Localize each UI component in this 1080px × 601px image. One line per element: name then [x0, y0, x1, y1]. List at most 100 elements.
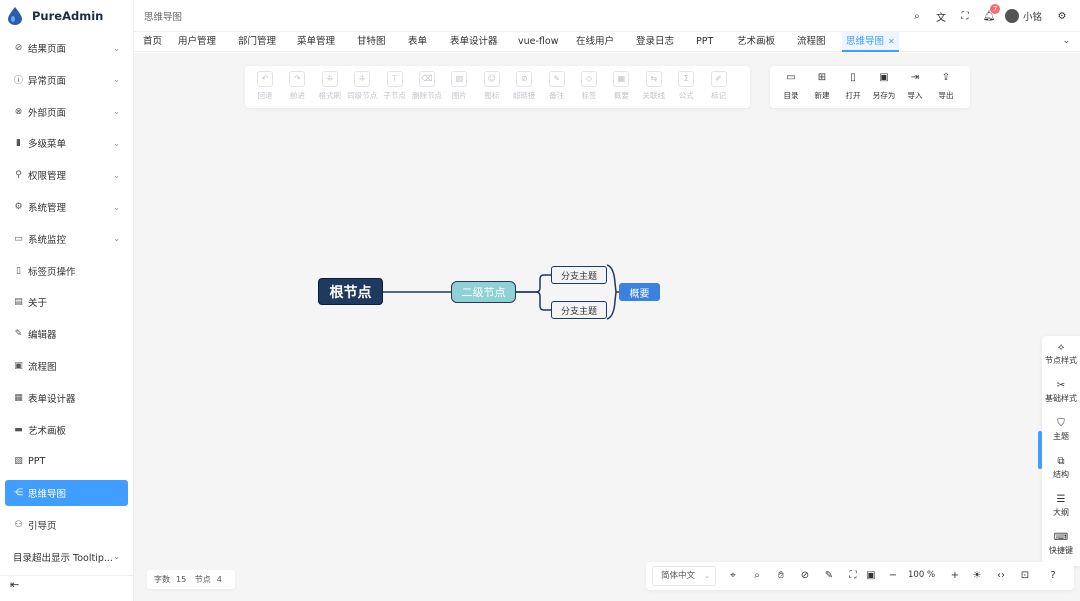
tab-6[interactable]: 表单设计器 — [450, 32, 498, 52]
sidebar-item-14[interactable]: ⋲ 思维导图 — [5, 480, 128, 507]
sidebar-item-16[interactable]: 目录超出显示 Tooltip... ⌄ — [5, 544, 128, 570]
tab-label: 菜单管理 — [297, 36, 336, 47]
panel-keyboard[interactable]: ⌨ 快捷键 — [1042, 532, 1080, 556]
sidebar-item-4[interactable]: ⚲ 权限管理 ⌄ — [5, 162, 128, 188]
mindmap-branch-node-1[interactable]: 分支主题 — [551, 266, 607, 284]
presentation-icon[interactable]: ⊡ — [1018, 569, 1032, 583]
translate-icon[interactable]: 文 — [929, 9, 953, 24]
tab-10[interactable]: PPT — [696, 32, 713, 52]
sidebar-item-11[interactable]: ▦ 表单设计器 — [5, 385, 128, 411]
relation-line-icon: ⇆ — [645, 71, 662, 87]
sidebar-item-8[interactable]: ▤ 关于 — [5, 289, 128, 315]
toolbar-button-open-file[interactable]: ▯ 打开 — [838, 71, 868, 101]
new-file-icon: ⊞ — [817, 72, 827, 83]
sidebar-item-12[interactable]: ▬ 艺术画板 — [5, 417, 128, 443]
tab-2[interactable]: 部门管理 — [238, 32, 276, 52]
panel-outline[interactable]: ☰ 大纲 — [1042, 494, 1080, 518]
sidebar-item-7[interactable]: ▯ 标签页操作 — [5, 258, 128, 284]
tab-0[interactable]: 首页 — [143, 32, 162, 52]
search-icon[interactable]: ⌕ — [750, 569, 764, 583]
sidebar-item-6[interactable]: ▭ 系统监控 ⌄ — [5, 226, 128, 252]
tab-5[interactable]: 表单 — [408, 32, 427, 52]
tab-12[interactable]: 流程图 — [797, 32, 826, 52]
toolbar-button-hyperlink[interactable]: ⊘ 超链接 — [509, 71, 539, 101]
toolbar-button-import[interactable]: ⇥ 导入 — [900, 71, 930, 101]
help-icon[interactable]: ? — [1046, 569, 1060, 583]
mindmap-branch-node-2[interactable]: 分支主题 — [551, 301, 607, 319]
toolbar-button-note[interactable]: ✎ 备注 — [542, 71, 572, 101]
bell-icon[interactable]: 🔔︎ 7 — [977, 3, 1001, 22]
settings-gear-icon[interactable]: ⚙ — [1050, 11, 1074, 22]
hand-icon[interactable]: ✋︎ — [774, 569, 788, 583]
zoom-in-icon[interactable]: + — [948, 569, 962, 583]
tab-3[interactable]: 菜单管理 — [297, 32, 335, 52]
sun-icon[interactable]: ☀ — [970, 569, 984, 583]
sidebar-item-9[interactable]: ✎ 编辑器 — [5, 321, 128, 347]
fullscreen-icon[interactable]: ▣ — [864, 569, 878, 583]
tab-11[interactable]: 艺术画板 — [737, 32, 775, 52]
sidebar-item-15[interactable]: ⚇ 引导页 — [5, 512, 128, 538]
toolbar-label: 打开 — [845, 91, 861, 100]
breadcrumb[interactable]: 思维导图 — [144, 9, 182, 23]
import-icon: ⇥ — [910, 72, 920, 83]
toolbar-button-export[interactable]: ⇪ 导出 — [931, 71, 961, 101]
toolbar-label: 同级节点 — [347, 91, 378, 100]
mindmap-summary-node[interactable]: 概要 — [619, 283, 660, 301]
locate-icon[interactable]: ⌖ — [726, 569, 740, 583]
toolbar-button-tag[interactable]: ◇ 标签 — [574, 71, 604, 101]
toolbar-button-mark[interactable]: ✐ 标记 — [704, 71, 734, 101]
mindmap-icon: ⋲ — [14, 488, 23, 499]
avatar[interactable] — [1004, 9, 1019, 23]
sidebar-item-2[interactable]: ⊗ 外部页面 ⌄ — [5, 99, 128, 125]
save-as-icon: ▣ — [879, 72, 889, 83]
tab-7[interactable]: vue-flow — [518, 32, 558, 52]
toolbar-button-redo[interactable]: ↷ 前进 — [282, 71, 312, 101]
sidebar-item-0[interactable]: ⊘ 结果页面 ⌄ — [5, 35, 128, 61]
zoom-out-icon[interactable]: − — [886, 569, 900, 583]
sidebar-item-13[interactable]: ▧ PPT — [5, 448, 128, 474]
fit-screen-icon[interactable]: ⛶ — [846, 569, 860, 583]
compass-icon[interactable]: ⊘ — [798, 569, 812, 583]
panel-base-style[interactable]: ✂ 基础样式 — [1042, 380, 1080, 404]
close-icon[interactable]: ✕ — [888, 37, 895, 46]
chevron-down-icon[interactable]: ⌄ — [1062, 36, 1070, 46]
toolbar-button-emoji[interactable]: ☺ 图标 — [477, 71, 507, 101]
sidebar-item-label: 编辑器 — [28, 330, 57, 342]
header: 思维导图 ⌕ 文 ⛶ 🔔︎ 7 小铭 ⚙ — [134, 0, 1080, 32]
tab-13[interactable]: 思维导图 ✕ — [842, 32, 899, 52]
toolbar-button-image[interactable]: ▨ 图片 — [444, 71, 474, 101]
edit-icon[interactable]: ✎ — [822, 569, 836, 583]
toolbar-button-formula[interactable]: Σ 公式 — [671, 71, 701, 101]
toolbar-button-summary[interactable]: ▦ 概要 — [606, 71, 636, 101]
collapse-menu-icon[interactable]: ⇤ — [10, 578, 19, 591]
toolbar-button-relation-line[interactable]: ⇆ 关联线 — [639, 71, 669, 101]
toolbar-button-format-brush[interactable]: ⁜ 格式刷 — [315, 71, 345, 101]
panel-theme[interactable]: ⛉ 主题 — [1042, 418, 1080, 442]
toolbar-button-new-file[interactable]: ⊞ 新建 — [807, 71, 837, 101]
toolbar-button-undo[interactable]: ↶ 回退 — [250, 71, 280, 101]
sidebar-item-1[interactable]: ⓘ 异常页面 ⌄ — [5, 67, 128, 93]
fullscreen-icon[interactable]: ⛶ — [953, 11, 977, 22]
code-icon[interactable]: ‹› — [994, 569, 1008, 583]
tab-1[interactable]: 用户管理 — [178, 32, 216, 52]
tab-4[interactable]: 甘特图 — [357, 32, 386, 52]
mindmap-canvas[interactable]: 根节点 二级节点 分支主题 分支主题 概要 ↶ 回退 ↷ 前进 ⁜ 格式刷 ⁜ 同级节点 ⊤ 子节… — [134, 53, 1080, 601]
tab-9[interactable]: 登录日志 — [636, 32, 674, 52]
mindmap-root-node[interactable]: 根节点 — [318, 278, 383, 305]
toolbar-button-folder[interactable]: ▭ 目录 — [776, 71, 806, 101]
sidebar-item-5[interactable]: ⚙ 系统管理 ⌄ — [5, 194, 128, 220]
search-icon[interactable]: ⌕ — [905, 11, 929, 22]
mindmap-second-node[interactable]: 二级节点 — [451, 281, 516, 303]
sidebar-item-10[interactable]: ▣ 流程图 — [5, 353, 128, 379]
toolbar-button-save-as[interactable]: ▣ 另存为 — [869, 71, 899, 101]
toolbar-button-sibling-node[interactable]: ⁜ 同级节点 — [347, 71, 377, 101]
panel-structure[interactable]: ⧉ 结构 — [1042, 456, 1080, 480]
toolbar-button-child-node[interactable]: ⊤ 子节点 — [380, 71, 410, 101]
toolbar-button-delete-node[interactable]: ⌫ 删除节点 — [412, 71, 442, 101]
logo[interactable]: PureAdmin — [0, 0, 133, 32]
username[interactable]: 小铭 — [1023, 9, 1042, 23]
sidebar-item-3[interactable]: ▮ 多级菜单 ⌄ — [5, 130, 128, 156]
tab-8[interactable]: 在线用户 — [576, 32, 614, 52]
language-select[interactable]: 简体中文 ⌄ — [652, 566, 716, 586]
panel-node-style[interactable]: ⟡ 节点样式 — [1042, 342, 1080, 366]
